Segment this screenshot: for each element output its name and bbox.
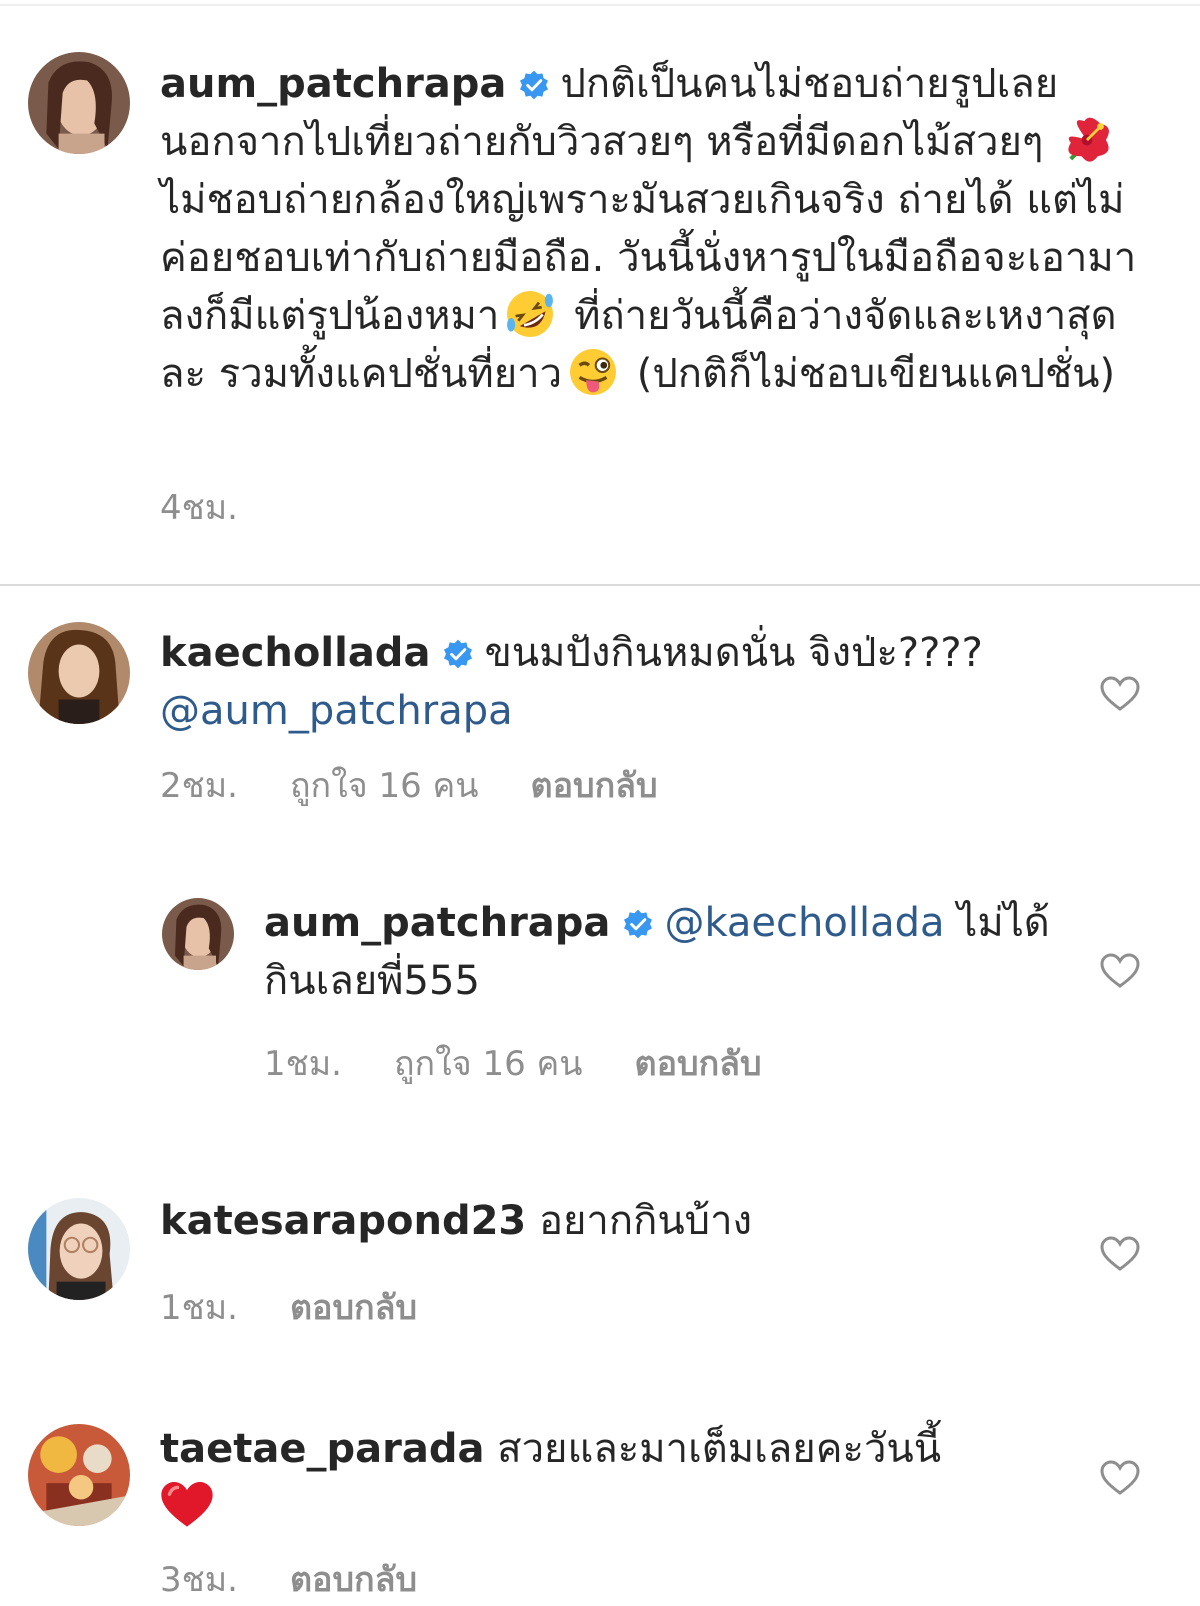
caption-text: aum_patchrapa ปกติเป็นคนไม่ชอบถ่ายรูปเลย … [160,55,1140,403]
comment-1-like-heart-icon[interactable] [1100,676,1140,712]
comment-2-reply-button[interactable]: ตอบกลับ [635,1044,762,1084]
comment-2-like-heart-icon[interactable] [1100,953,1140,989]
comment-1-reply-button[interactable]: ตอบกลับ [531,766,658,806]
avatar-aum-patchrapa[interactable] [28,52,130,154]
comment-3-like-heart-icon[interactable] [1100,1236,1140,1272]
caption-text-part4: (ปกติก็ไม่ชอบเขียนแคปชั่น) [636,351,1116,397]
comment-1-time[interactable]: 2ชม. [160,766,238,806]
comment-1-body: ขนมปังกินหมดนั่น จิงป่ะ???? [484,630,983,676]
verified-badge-icon [518,69,550,101]
comment-3-time[interactable]: 1ชม. [160,1288,238,1328]
comment-4-time[interactable]: 3ชม. [160,1560,238,1600]
comment-4-body: สวยและมาเต็มเลยคะวันนี้ [497,1426,942,1472]
avatar-photo [28,622,130,724]
comment-1-mention[interactable]: @aum_patchrapa [160,688,513,734]
caption-username[interactable]: aum_patchrapa [160,61,506,107]
verified-badge-icon [622,908,654,940]
caption-meta: 4ชม. [160,480,290,534]
avatar-aum-patchrapa-reply[interactable] [162,898,234,970]
comment-2-time[interactable]: 1ชม. [264,1044,342,1084]
winking-tongue-emoji-icon [566,345,620,399]
comment-1-meta: 2ชม. ถูกใจ 16 คน ตอบกลับ [160,758,710,812]
avatar-photo [28,52,130,154]
comment-3-text: katesarapond23 อยากกินบ้าง [160,1192,1040,1250]
red-heart-emoji-icon [160,1478,214,1532]
rofl-emoji-icon [503,287,557,341]
verified-badge-icon [442,638,474,670]
comment-4-text: taetae_parada สวยและมาเต็มเลยคะวันนี้ [160,1420,1040,1536]
comment-2-username[interactable]: aum_patchrapa [264,900,610,946]
avatar-photo [28,1424,130,1526]
comment-3-body: อยากกินบ้าง [538,1198,753,1244]
avatar-taetae-parada[interactable] [28,1424,130,1526]
comment-4-username[interactable]: taetae_parada [160,1426,484,1472]
comment-1-text: kaechollada ขนมปังกินหมดนั่น จิงป่ะ???? @… [160,624,1040,740]
comment-2-mention[interactable]: @kaechollada [664,900,944,946]
avatar-photo [162,898,234,970]
comment-4-like-heart-icon[interactable] [1100,1460,1140,1496]
comment-2-likes[interactable]: ถูกใจ 16 คน [394,1044,583,1084]
comment-1-username[interactable]: kaechollada [160,630,430,676]
top-border [0,4,1200,6]
avatar-photo [28,1198,130,1300]
comment-1-likes[interactable]: ถูกใจ 16 คน [290,766,479,806]
comment-4-meta: 3ชม. ตอบกลับ [160,1552,469,1606]
caption-divider [0,584,1200,586]
comment-4-reply-button[interactable]: ตอบกลับ [290,1560,417,1600]
comment-2-meta: 1ชม. ถูกใจ 16 คน ตอบกลับ [264,1036,814,1090]
comment-3-username[interactable]: katesarapond23 [160,1198,526,1244]
comment-2-text: aum_patchrapa @kaechollada ไม่ได้กินเลยพี… [264,894,1054,1010]
comment-3-reply-button[interactable]: ตอบกลับ [290,1288,417,1328]
avatar-katesarapond23[interactable] [28,1198,130,1300]
avatar-kaechollada[interactable] [28,622,130,724]
comment-3-meta: 1ชม. ตอบกลับ [160,1280,469,1334]
caption-time[interactable]: 4ชม. [160,488,238,528]
hibiscus-emoji-icon [1060,113,1114,167]
